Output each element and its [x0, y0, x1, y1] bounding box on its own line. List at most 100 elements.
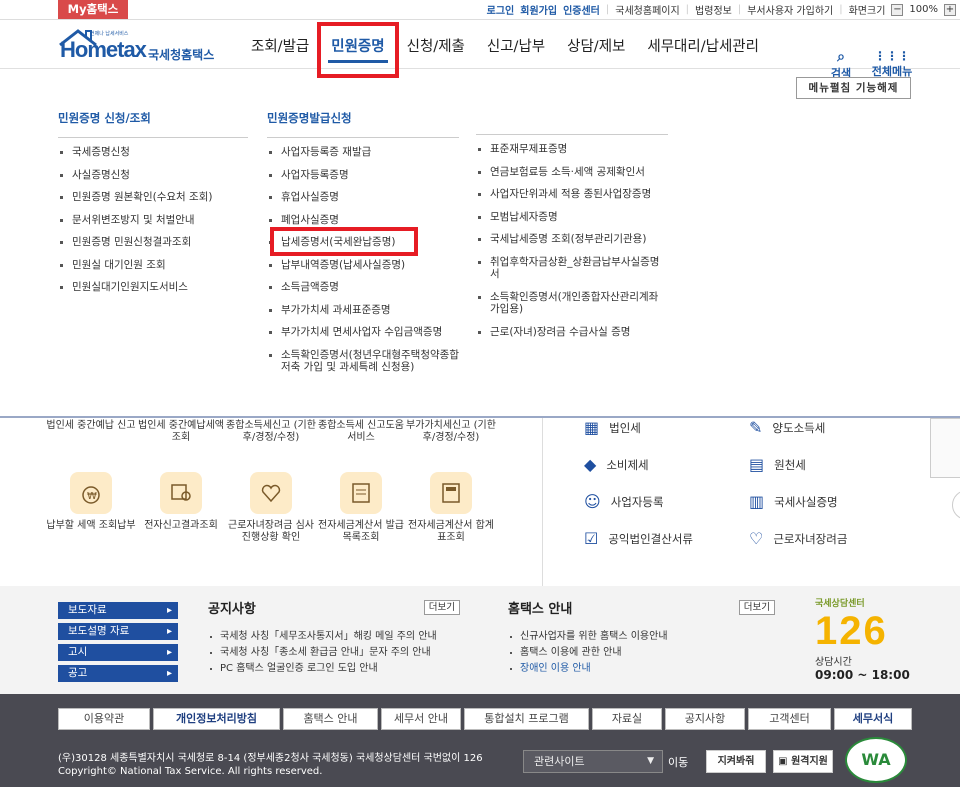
menu-col-2-item[interactable]: 소득금액증명	[267, 281, 459, 294]
service-e-result[interactable]: 전자신고결과조회	[136, 472, 226, 544]
zoom-out-button[interactable]: −	[891, 3, 904, 16]
cert-center-link[interactable]: 인증센터	[563, 2, 600, 17]
pen-icon: ✎	[749, 418, 763, 437]
right-service-fact-cert[interactable]: ▥ 국세사실증명	[749, 492, 914, 511]
notice-item[interactable]: 국세청 사칭「세무조사통지서」해킹 메일 주의 안내	[208, 629, 460, 645]
service-corp-interim-query[interactable]: 법인세 중간예납세액 조회	[136, 420, 226, 444]
divider	[267, 137, 459, 138]
right-service-eitc[interactable]: ♡ 근로자녀장려금	[749, 529, 914, 548]
service-invoice-summary[interactable]: 전자세금계산서 합계표조회	[406, 472, 496, 544]
menu-col-3-item[interactable]: 소득확인증명서(개인종합자산관리계좌 가입용)	[476, 291, 668, 316]
menu-col-2-item[interactable]: 부가가치세 면세사업자 수입금액증명	[267, 326, 459, 339]
side-quick-panel[interactable]	[930, 418, 960, 478]
hometax-logo[interactable]: 언제나 납세서비스 Hometax 국세청홈택스	[58, 27, 248, 65]
menu-col-3-item[interactable]: 취업후학자금상환_상환금납부사실증명서	[476, 256, 668, 281]
menu-col-1-title[interactable]: 민원증명 신청/조회	[58, 110, 248, 126]
menu-col-3-item[interactable]: 연금보험료등 소득·세액 공제확인서	[476, 166, 668, 179]
highlight-box	[317, 22, 399, 78]
notice-item[interactable]: PC 홈택스 얼굴인증 로그인 도입 안내	[208, 661, 460, 677]
service-invoice-list[interactable]: 전자세금계산서 발급목록조회	[316, 472, 406, 544]
guide-more-button[interactable]: 더보기	[738, 600, 775, 615]
menu-col-2-item[interactable]: 사업자등록증 재발급	[267, 146, 459, 159]
menu-col-2-item[interactable]: 납부내역증명(납세사실증명)	[267, 259, 459, 272]
footer-tax-forms[interactable]: 세무서식	[834, 708, 912, 730]
divider	[542, 418, 543, 586]
right-service-public-corp[interactable]: ☑ 공익법인결산서류	[584, 529, 749, 548]
service-vat[interactable]: 부가가치세신고 (기한후/경정/수정)	[406, 420, 496, 444]
menu-col-2-item[interactable]: 폐업사실증명	[267, 214, 459, 227]
copyright-text: Copyright© National Tax Service. All rig…	[58, 766, 323, 777]
service-income-help[interactable]: 종합소득세 신고도움 서비스	[316, 420, 406, 444]
login-link[interactable]: 로그인	[487, 2, 515, 17]
nav-consult[interactable]: 상담/제보	[556, 21, 636, 69]
menu-col-1-item[interactable]: 민원증명 원본확인(수요처 조회)	[58, 191, 248, 204]
announcement-button[interactable]: 공고	[58, 665, 178, 682]
guide-item[interactable]: 홈택스 이용에 관한 안내	[508, 645, 775, 661]
notice-more-button[interactable]: 더보기	[423, 600, 460, 615]
menu-col-3-item[interactable]: 사업자단위과세 적용 종된사업장증명	[476, 188, 668, 201]
service-row-2: ₩ 납부할 세액 조회납부 전자신고결과조회 근로자녀장려금 심사진행상황 확인…	[46, 472, 496, 544]
menu-col-1-item[interactable]: 민원증명 민원신청결과조회	[58, 236, 248, 249]
menu-col-3-item[interactable]: 근로(자녀)장려금 수급사실 증명	[476, 326, 668, 339]
right-service-consumption-tax[interactable]: ◆ 소비제세	[584, 455, 749, 474]
footer-install[interactable]: 통합설치 프로그램	[464, 708, 589, 730]
menu-col-2-item[interactable]: 소득확인증명서(청년우대형주택청약종합저축 가입 및 과세특례 신청용)	[267, 349, 459, 374]
guide-item[interactable]: 신규사업자를 위한 홈택스 이용안내	[508, 629, 775, 645]
menu-col-2-item[interactable]: 휴업사실증명	[267, 191, 459, 204]
footer-library[interactable]: 자료실	[592, 708, 662, 730]
menu-expand-off-button[interactable]: 메뉴펼침 기능해제	[796, 77, 911, 99]
menu-col-1: 민원증명 신청/조회 국세증명신청사실증명신청민원증명 원본확인(수요처 조회)…	[58, 110, 248, 304]
service-eitc[interactable]: 근로자녀장려금 심사진행상황 확인	[226, 472, 316, 544]
service-corp-interim[interactable]: 법인세 중간예납 신고	[46, 420, 136, 444]
press-release-button[interactable]: 보도자료	[58, 602, 178, 619]
side-circle-button[interactable]	[952, 490, 960, 520]
menu-col-1-item[interactable]: 민원실대기인원지도서비스	[58, 281, 248, 294]
zoom-in-button[interactable]: +	[944, 3, 956, 16]
notice-item[interactable]: 국세청 사칭「종소세 환급금 안내」문자 주의 안내	[208, 645, 460, 661]
dept-user-link[interactable]: 부서사용자 가입하기	[747, 2, 833, 17]
footer-privacy[interactable]: 개인정보처리방침	[153, 708, 280, 730]
move-button[interactable]: 이동	[668, 754, 688, 770]
service-income-tax[interactable]: 종합소득세신고 (기한후/경정/수정)	[226, 420, 316, 444]
divider: |	[737, 4, 742, 15]
my-hometax-tab[interactable]: My홈택스	[58, 0, 128, 19]
footer-notice[interactable]: 공지사항	[665, 708, 745, 730]
search-icon: ⌕	[837, 49, 845, 65]
guide-item[interactable]: 장애인 이용 안내	[508, 661, 775, 677]
document-icon: ▥	[749, 492, 765, 511]
address-text: (우)30128 세종특별자치시 국세청로 8-14 (정부세종2청사 국세청동…	[58, 753, 483, 764]
menu-col-3-item[interactable]: 국세납세증명 조회(정부관리기관용)	[476, 233, 668, 246]
menu-col-1-item[interactable]: 사실증명신청	[58, 169, 248, 182]
law-info-link[interactable]: 법령정보	[695, 2, 732, 17]
right-service-transfer-tax[interactable]: ✎ 양도소득세	[749, 418, 914, 437]
menu-col-1-item[interactable]: 국세증명신청	[58, 146, 248, 159]
menu-col-2-item[interactable]: 사업자등록증명	[267, 169, 459, 182]
watch-button[interactable]: 지켜봐줘	[706, 750, 766, 773]
footer-hometax-guide[interactable]: 홈택스 안내	[283, 708, 378, 730]
nav-apply[interactable]: 신청/제출	[396, 21, 476, 69]
press-explain-button[interactable]: 보도설명 자료	[58, 623, 178, 640]
notification-button[interactable]: 고시	[58, 644, 178, 661]
menu-col-3-item[interactable]: 표준재무제표증명	[476, 143, 668, 156]
related-sites-select[interactable]: 관련사이트 ▼	[523, 750, 663, 773]
nav-report-pay[interactable]: 신고/납부	[476, 21, 556, 69]
right-service-biz-reg[interactable]: ☺ 사업자등록	[584, 492, 749, 511]
remote-support-button[interactable]: ▣ 원격지원	[773, 750, 833, 773]
all-menu-button[interactable]: ⋮⋮⋮ 전체메뉴	[868, 49, 916, 79]
nav-agent[interactable]: 세무대리/납세관리	[636, 21, 770, 69]
menu-col-1-item[interactable]: 민원실 대기인원 조회	[58, 259, 248, 272]
right-service-corp-tax[interactable]: ▦ 법인세	[584, 418, 749, 437]
nts-home-link[interactable]: 국세청홈페이지	[615, 2, 679, 17]
nav-inquiry[interactable]: 조회/발급	[240, 21, 320, 69]
menu-col-3-item[interactable]: 모범납세자증명	[476, 211, 668, 224]
service-pay[interactable]: ₩ 납부할 세액 조회납부	[46, 472, 136, 544]
footer-office-guide[interactable]: 세무서 안내	[381, 708, 461, 730]
footer-terms[interactable]: 이용약관	[58, 708, 150, 730]
signup-link[interactable]: 회원가입	[520, 2, 557, 17]
menu-col-1-item[interactable]: 문서위변조방지 및 처벌안내	[58, 214, 248, 227]
menu-col-2-item[interactable]: 부가가치세 과세표준증명	[267, 304, 459, 317]
footer-customer-center[interactable]: 고객센터	[748, 708, 831, 730]
right-service-withholding[interactable]: ▤ 원천세	[749, 455, 914, 474]
screen-size-label: 화면크기	[848, 6, 886, 17]
menu-col-2-title[interactable]: 민원증명발급신청	[267, 110, 459, 126]
